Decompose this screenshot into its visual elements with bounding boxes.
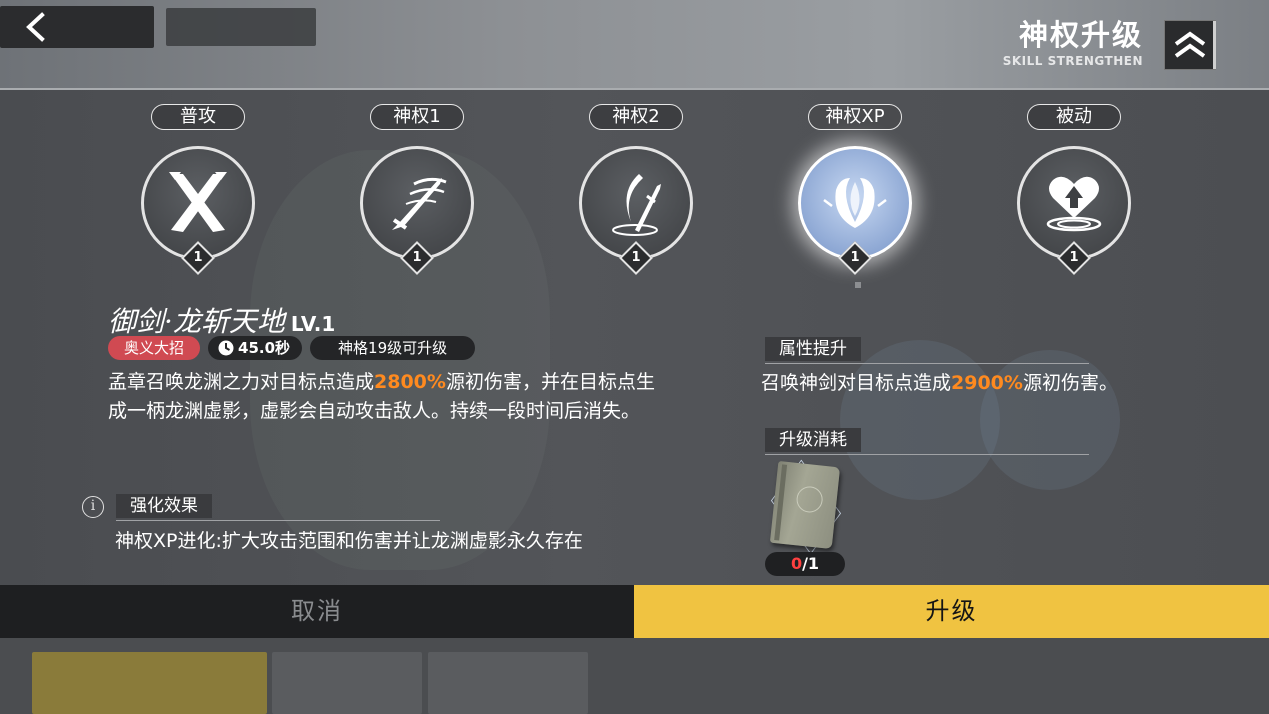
attribute-text: 召唤神剑对目标点造成2900%源初伤害。 <box>761 368 1118 395</box>
divider <box>116 520 440 521</box>
material-owned: 0 <box>790 554 803 573</box>
page-title: 神权升级 <box>1018 18 1143 52</box>
lotus-blade-icon <box>823 178 887 228</box>
material-count: 0/1 <box>765 552 845 576</box>
tab-label: 神权1 <box>370 104 464 130</box>
clock-icon <box>218 340 234 356</box>
double-chevron-up-icon <box>1174 31 1206 58</box>
background-blur-button <box>272 652 422 714</box>
skill-level: 1 <box>1069 250 1079 265</box>
bottom-background <box>0 638 1269 714</box>
material-required: /1 <box>802 554 820 573</box>
attribute-section-header: 属性提升 <box>765 337 1089 364</box>
enhance-effect-text: 神权XP进化:扩大攻击范围和伤害并让龙渊虚影永久存在 <box>115 530 583 552</box>
tab-label: 神权XP <box>808 104 902 130</box>
skill-name: 御剑·龙斩天地 <box>108 305 285 338</box>
enhance-title: 强化效果 <box>116 494 212 518</box>
tab-skill-1[interactable]: 神权1 1 <box>352 104 482 275</box>
background-blur-button <box>32 652 267 714</box>
crossed-swords-icon <box>169 172 227 232</box>
tab-label: 普攻 <box>151 104 245 130</box>
cancel-button[interactable]: 取消 <box>0 585 634 638</box>
tab-skill-xp[interactable]: 神权XP 1 <box>790 104 920 275</box>
attribute-percent: 2900% <box>951 372 1023 394</box>
tab-basic-attack[interactable]: 普攻 1 <box>133 104 263 275</box>
tab-passive[interactable]: 被动 1 <box>1009 104 1139 275</box>
skill-type-tag: 奥义大招 <box>108 336 201 360</box>
skill-level: 1 <box>412 250 422 265</box>
attribute-title: 属性提升 <box>765 337 861 361</box>
back-button[interactable] <box>0 6 154 48</box>
skill-level: 1 <box>850 250 860 265</box>
skill-level-text: LV.1 <box>290 312 336 336</box>
tab-label: 神权2 <box>589 104 683 130</box>
collapse-button[interactable] <box>1164 20 1216 70</box>
active-tab-indicator <box>855 282 861 288</box>
description-text: 孟章召唤龙渊之力对目标点造成 <box>108 371 375 393</box>
material-item[interactable] <box>762 459 850 555</box>
enhance-section-header: 强化效果 <box>116 494 440 521</box>
skill-level: 1 <box>193 250 203 265</box>
skill-description: 孟章召唤龙渊之力对目标点造成2800%源初伤害，并在目标点生成一柄龙渊虚影，虚影… <box>108 368 668 426</box>
heart-up-icon <box>1046 176 1102 232</box>
divider <box>765 363 1089 364</box>
background-ghost <box>840 340 1000 500</box>
cost-title: 升级消耗 <box>765 428 861 452</box>
attribute-text-part: 召唤神剑对目标点造成 <box>761 372 952 394</box>
divider <box>765 454 1089 455</box>
chevron-left-icon <box>26 12 45 42</box>
background-blur-button <box>428 652 588 714</box>
sword-crescent-icon <box>612 174 661 236</box>
info-icon[interactable]: i <box>82 496 104 518</box>
upgrade-button[interactable]: 升级 <box>634 585 1269 638</box>
skill-book-icon <box>769 460 841 550</box>
top-bar-ghost-button <box>166 8 316 46</box>
skill-level: 1 <box>631 250 641 265</box>
damage-percent: 2800% <box>374 371 446 393</box>
page-subtitle: SKILL STRENGTHEN <box>1002 54 1143 68</box>
tab-skill-2[interactable]: 神权2 1 <box>571 104 701 275</box>
tab-label: 被动 <box>1027 104 1121 130</box>
upgrade-requirement-tag: 神格19级可升级 <box>310 336 476 360</box>
cost-section-header: 升级消耗 <box>765 428 1089 455</box>
page-title-block: 神权升级 SKILL STRENGTHEN <box>1003 18 1143 68</box>
skill-tags: 奥义大招 45.0秒 神格19级可升级 <box>108 336 476 360</box>
cooldown-value: 45.0秒 <box>238 339 291 357</box>
attribute-text-part: 源初伤害。 <box>1022 372 1118 394</box>
skill-name-row: 御剑·龙斩天地 LV.1 <box>108 300 335 340</box>
cooldown-tag: 45.0秒 <box>208 336 303 360</box>
sword-slash-icon <box>392 177 447 230</box>
